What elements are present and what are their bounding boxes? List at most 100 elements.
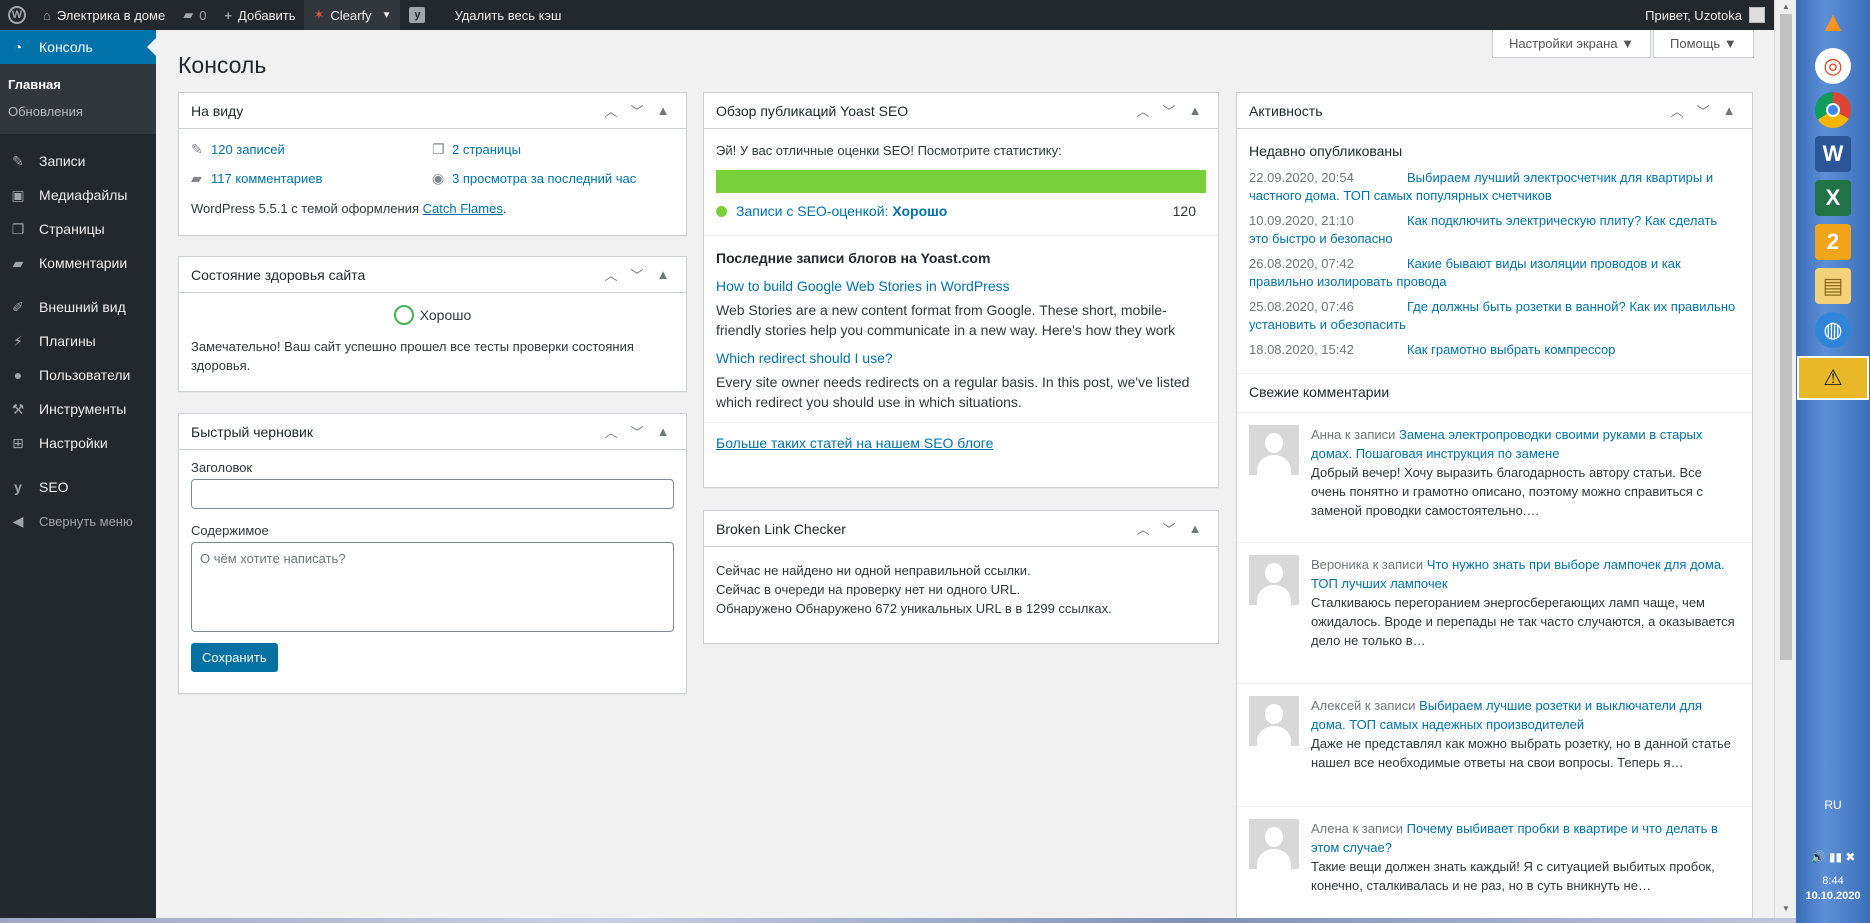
submenu-item-home[interactable]: Главная (0, 71, 156, 98)
views-count-link[interactable]: 3 просмотра за последний час (452, 171, 636, 186)
widget-header: Состояние здоровья сайта ︿ ﹀ ▲ (179, 257, 686, 293)
add-new-link[interactable]: + Добавить (215, 0, 304, 30)
move-up-icon[interactable]: ︿ (1130, 519, 1156, 538)
clear-cache-link[interactable]: Удалить весь кэш (434, 0, 570, 30)
comments-link[interactable]: ▰ 0 (174, 0, 215, 30)
widget-header: Обзор публикаций Yoast SEO ︿ ﹀ ▲ (704, 93, 1218, 129)
vlc-cone-icon[interactable]: ▲ (1815, 4, 1851, 40)
clearfy-menu[interactable]: ✶ Clearfy ▼ (304, 0, 401, 30)
scroll-down-icon[interactable]: ▼ (1775, 904, 1797, 913)
settings-sliders-icon: ⊞ (12, 434, 24, 451)
sidebar-item-appearance[interactable]: ✐ Внешний вид (0, 290, 156, 324)
sidebar-item-plugins[interactable]: ⚡ Плагины (0, 324, 156, 358)
health-status: Хорошо (191, 305, 674, 325)
save-draft-button[interactable]: Сохранить (191, 643, 278, 672)
move-down-icon[interactable]: ﹀ (1156, 519, 1182, 538)
draft-title-input[interactable] (191, 479, 674, 509)
widget-title: Обзор публикаций Yoast SEO (716, 102, 909, 119)
dashboard-gauge-icon: ◔ (13, 39, 23, 55)
draft-content-textarea[interactable]: О чём хотите написать? (191, 542, 674, 632)
comment-item: Анна к записи Замена электропроводки сво… (1237, 412, 1752, 542)
sidebar-item-settings[interactable]: ⊞ Настройки (0, 426, 156, 460)
recent-post-link[interactable]: Как подключить электрическую плиту? Как … (1249, 213, 1717, 246)
recent-posts-heading: Недавно опубликованы (1249, 143, 1403, 159)
word-icon[interactable]: W (1815, 136, 1851, 172)
theme-link[interactable]: Catch Flames (423, 201, 503, 216)
list-item: Выбираем лучший электросчетчик для кварт… (1249, 169, 1740, 205)
draft-content-label: Содержимое (191, 523, 269, 538)
tray-icons[interactable]: 🔊 ▮▮ ✖ (1796, 850, 1870, 864)
paintbrush-icon: ✐ (12, 298, 24, 315)
sidebar-item-dashboard[interactable]: ◔ Консоль (0, 30, 156, 64)
folder-icon[interactable]: ▤ (1815, 268, 1851, 304)
taskbar-clock[interactable]: 8:44 10.10.2020 (1796, 874, 1870, 904)
submenu-item-updates[interactable]: Обновления (0, 98, 156, 125)
toggle-panel-icon[interactable]: ▲ (650, 424, 676, 439)
sidebar-item-comments[interactable]: ▰ Комментарии (0, 246, 156, 280)
scrollbar-thumb[interactable] (1780, 14, 1792, 660)
blc-status-line: Обнаружено Обнаружено 672 уникальных URL… (716, 601, 1112, 616)
pushpin-icon: ✎ (12, 152, 24, 169)
yoast-menu[interactable]: y (400, 0, 434, 30)
comment-text: Даже не представлял как можно выбрать ро… (1311, 736, 1731, 770)
recent-post-link[interactable]: Какие бывают виды изоляции проводов и ка… (1249, 256, 1681, 289)
warning-icon[interactable]: ⚠ (1797, 356, 1869, 400)
move-up-icon[interactable]: ︿ (598, 265, 624, 284)
move-down-icon[interactable]: ﹀ (624, 101, 650, 120)
page-scrollbar[interactable]: ▲ ▼ (1774, 0, 1796, 918)
seo-score-count: 120 (1172, 203, 1196, 219)
seo-score-link[interactable]: Записи с SEO-оценкой: Хорошо (736, 203, 947, 219)
comment-text: Добрый вечер! Хочу выразить благодарност… (1311, 465, 1703, 518)
move-up-icon[interactable]: ︿ (598, 422, 624, 441)
comment-item: Алексей к записи Выбираем лучшие розетки… (1237, 683, 1752, 806)
toggle-panel-icon[interactable]: ▲ (650, 267, 676, 282)
comment-bubble-icon: ▰ (183, 7, 194, 22)
sidebar-item-tools[interactable]: ⚒ Инструменты (0, 392, 156, 426)
browser-eye-icon[interactable]: ◎ (1815, 48, 1851, 84)
list-item: Как подключить электрическую плиту? Как … (1249, 212, 1740, 248)
toggle-panel-icon[interactable]: ▲ (1716, 103, 1742, 118)
toggle-panel-icon[interactable]: ▲ (650, 103, 676, 118)
scroll-up-icon[interactable]: ▲ (1775, 2, 1797, 11)
help-button[interactable]: Помощь ▼ (1653, 30, 1754, 58)
chrome-icon[interactable] (1815, 92, 1851, 128)
screen-options-button[interactable]: Настройки экрана ▼ (1492, 30, 1652, 58)
wordpress-logo-icon[interactable]: W (0, 0, 34, 30)
sidebar-item-posts[interactable]: ✎ Записи (0, 144, 156, 178)
move-up-icon[interactable]: ︿ (598, 101, 624, 120)
pages-count-link[interactable]: 2 страницы (452, 142, 521, 157)
feed-item-link[interactable]: Which redirect should I use? (716, 350, 1206, 366)
move-down-icon[interactable]: ﹀ (1156, 101, 1182, 120)
posts-count-link[interactable]: 120 записей (211, 142, 285, 157)
language-indicator[interactable]: RU (1796, 798, 1870, 812)
pages-icon: ❐ (11, 220, 25, 237)
yoast-logo-icon: y (409, 7, 426, 23)
move-down-icon[interactable]: ﹀ (624, 422, 650, 441)
clearfy-logo-icon: ✶ (313, 7, 325, 22)
widget-header: Быстрый черновик ︿ ﹀ ▲ (179, 414, 686, 450)
app-badge-icon[interactable]: 2 (1815, 224, 1851, 260)
move-down-icon[interactable]: ﹀ (1690, 101, 1716, 120)
more-articles-link[interactable]: Больше таких статей на нашем SEO блоге (716, 435, 993, 451)
recent-post-link[interactable]: Как грамотно выбрать компрессор (1407, 341, 1615, 359)
recent-post-link[interactable]: Где должны быть розетки в ванной? Как их… (1249, 299, 1735, 332)
network-globe-icon[interactable]: ◍ (1815, 312, 1851, 348)
comments-count-link[interactable]: 117 комментариев (211, 171, 322, 186)
sidebar-item-users[interactable]: ● Пользователи (0, 358, 156, 392)
sidebar-item-media[interactable]: ▣ Медиафайлы (0, 178, 156, 212)
excel-icon[interactable]: X (1815, 180, 1851, 216)
sidebar-item-pages[interactable]: ❐ Страницы (0, 212, 156, 246)
move-up-icon[interactable]: ︿ (1664, 101, 1690, 120)
user-account-menu[interactable]: Привет, Uzotoka (1636, 0, 1774, 30)
move-down-icon[interactable]: ﹀ (624, 265, 650, 284)
feed-item-link[interactable]: How to build Google Web Stories in WordP… (716, 278, 1206, 294)
collapse-menu-button[interactable]: ◀ Свернуть меню (0, 504, 156, 538)
status-dot-icon (716, 205, 727, 217)
sidebar-item-seo[interactable]: y SEO (0, 470, 156, 504)
site-name-link[interactable]: ⌂ Электрика в доме (34, 0, 174, 30)
recent-post-link[interactable]: Выбираем лучший электросчетчик для кварт… (1249, 170, 1713, 203)
move-up-icon[interactable]: ︿ (1130, 101, 1156, 120)
collapse-arrow-icon: ◀ (12, 512, 24, 529)
toggle-panel-icon[interactable]: ▲ (1182, 521, 1208, 536)
toggle-panel-icon[interactable]: ▲ (1182, 103, 1208, 118)
